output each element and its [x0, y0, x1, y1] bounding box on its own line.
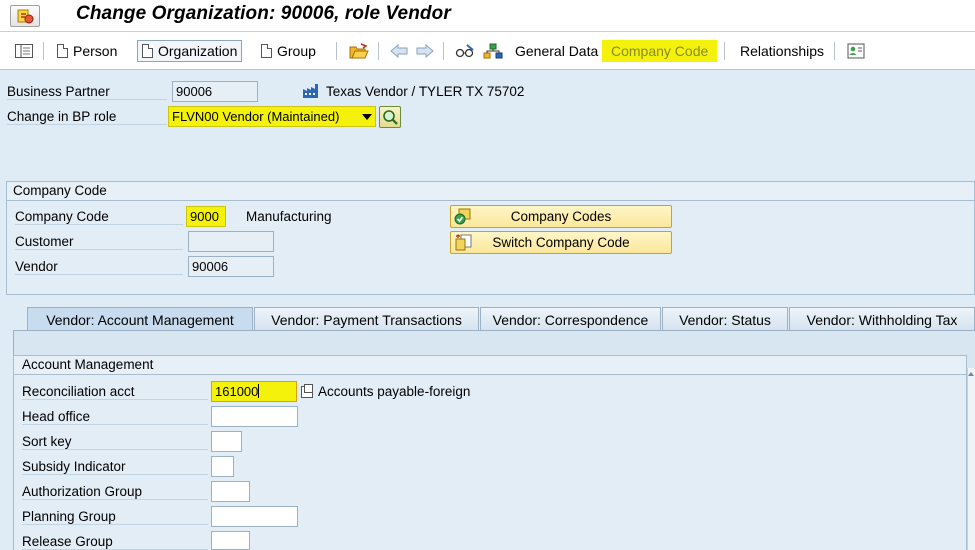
toolbar-separator	[443, 42, 444, 60]
tab-label: Vendor: Withholding Tax	[806, 311, 958, 328]
display-change-button[interactable]	[450, 40, 480, 62]
dropdown-arrow-icon[interactable]	[362, 114, 372, 120]
tab-payment-transactions[interactable]: Vendor: Payment Transactions	[254, 307, 479, 331]
vendor-field[interactable]: 90006	[188, 256, 274, 277]
business-partner-label: Business Partner	[7, 84, 167, 100]
company-codes-label: Company Codes	[510, 209, 612, 224]
search-help-icon	[383, 110, 398, 125]
text-cursor	[258, 384, 260, 398]
address-button[interactable]	[842, 40, 870, 62]
subsidy-field[interactable]	[211, 456, 234, 477]
company-code-field[interactable]: 9000	[186, 206, 226, 227]
head-office-field[interactable]	[211, 406, 298, 427]
doc-icon	[142, 44, 153, 58]
sort-key-field[interactable]	[211, 431, 242, 452]
switch-company-code-button[interactable]: Switch Company Code	[450, 231, 672, 254]
company-code-button[interactable]: Company Code	[602, 40, 718, 62]
business-partner-field[interactable]: 90006	[172, 81, 258, 102]
customer-label: Customer	[15, 234, 183, 250]
tab-label: Vendor: Status	[679, 311, 771, 328]
planning-label: Planning Group	[22, 509, 208, 525]
toolbar-separator	[336, 42, 337, 60]
back-button[interactable]	[385, 40, 413, 62]
tab-label: Vendor: Correspondence	[492, 311, 649, 328]
toolbar-separator	[378, 42, 379, 60]
group-label: Group	[277, 43, 316, 59]
sort-key-label: Sort key	[22, 434, 208, 450]
hierarchy-icon	[483, 43, 503, 59]
tab-account-management[interactable]: Vendor: Account Management	[27, 307, 253, 332]
company-code-name: Manufacturing	[246, 209, 332, 224]
planning-field[interactable]	[211, 506, 298, 527]
doc-icon	[57, 44, 68, 58]
bp-role-value: FLVN00 Vendor (Maintained)	[172, 109, 340, 124]
bp-role-dropdown[interactable]: FLVN00 Vendor (Maintained)	[168, 106, 376, 127]
back-arrow-icon	[390, 44, 408, 58]
person-button[interactable]: Person	[52, 40, 122, 62]
company-code-label: Company Code	[15, 209, 183, 225]
page-title: Change Organization: 90006, role Vendor	[76, 3, 451, 24]
toolbar-separator	[724, 42, 725, 60]
vertical-scrollbar[interactable]	[967, 368, 975, 550]
organization-button[interactable]: Organization	[137, 40, 243, 62]
tab-withholding-tax[interactable]: Vendor: Withholding Tax	[789, 307, 975, 331]
reconciliation-description: Accounts payable-foreign	[318, 384, 471, 399]
tab-label: Vendor: Account Management	[46, 312, 234, 328]
search-help-button[interactable]	[379, 106, 401, 128]
release-label: Release Group	[22, 534, 208, 550]
group-button[interactable]: Group	[256, 40, 321, 62]
checkmark-doc-icon	[454, 208, 471, 225]
customer-field[interactable]	[188, 231, 274, 252]
vendor-label: Vendor	[15, 259, 183, 275]
toolbar-separator	[43, 42, 44, 60]
release-field[interactable]	[211, 531, 250, 550]
sap-logo-icon[interactable]	[10, 5, 40, 27]
hierarchy-button[interactable]	[478, 40, 508, 62]
relationships-label: Relationships	[740, 43, 825, 59]
authorization-field[interactable]	[211, 481, 250, 502]
authorization-label: Authorization Group	[22, 484, 208, 500]
switch-company-code-label: Switch Company Code	[492, 235, 630, 250]
company-code-label: Company Code	[611, 43, 709, 59]
search-help-square-icon[interactable]	[301, 384, 313, 398]
tab-status[interactable]: Vendor: Status	[662, 307, 788, 331]
forward-button[interactable]	[411, 40, 439, 62]
bp-role-label: Change in BP role	[7, 109, 167, 125]
person-label: Person	[73, 43, 118, 59]
tab-label: Vendor: Payment Transactions	[271, 311, 462, 328]
open-button[interactable]	[344, 40, 374, 62]
head-office-label: Head office	[22, 409, 208, 425]
general-data-label: General Data	[515, 43, 599, 59]
glasses-icon	[455, 44, 474, 58]
forward-arrow-icon	[416, 44, 434, 58]
relationships-button[interactable]: Relationships	[735, 40, 829, 62]
switch-icon	[455, 234, 472, 251]
partner-description: Texas Vendor / TYLER TX 75702	[326, 84, 525, 99]
reconciliation-label: Reconciliation acct	[22, 384, 208, 400]
title-bar: Change Organization: 90006, role Vendor	[0, 0, 975, 32]
reconciliation-field[interactable]: 161000	[211, 381, 297, 402]
general-data-button[interactable]: General Data	[510, 40, 603, 62]
reconciliation-value: 161000	[215, 384, 259, 399]
list-icon	[15, 44, 33, 58]
doc-icon	[261, 44, 272, 58]
building-icon	[302, 83, 320, 102]
application-toolbar: Person Organization Group General Data C…	[0, 32, 975, 70]
company-code-group-title: Company Code	[7, 182, 974, 201]
tab-correspondence[interactable]: Vendor: Correspondence	[480, 307, 661, 331]
company-codes-button[interactable]: Company Codes	[450, 205, 672, 228]
address-card-icon	[847, 43, 865, 59]
open-folder-icon	[349, 43, 369, 59]
organization-label: Organization	[158, 43, 238, 59]
toolbar-separator	[834, 42, 835, 60]
subsidy-label: Subsidy Indicator	[22, 459, 208, 475]
account-management-title: Account Management	[14, 356, 966, 375]
scroll-up-icon[interactable]	[968, 372, 974, 376]
list-toggle-button[interactable]	[10, 40, 38, 62]
